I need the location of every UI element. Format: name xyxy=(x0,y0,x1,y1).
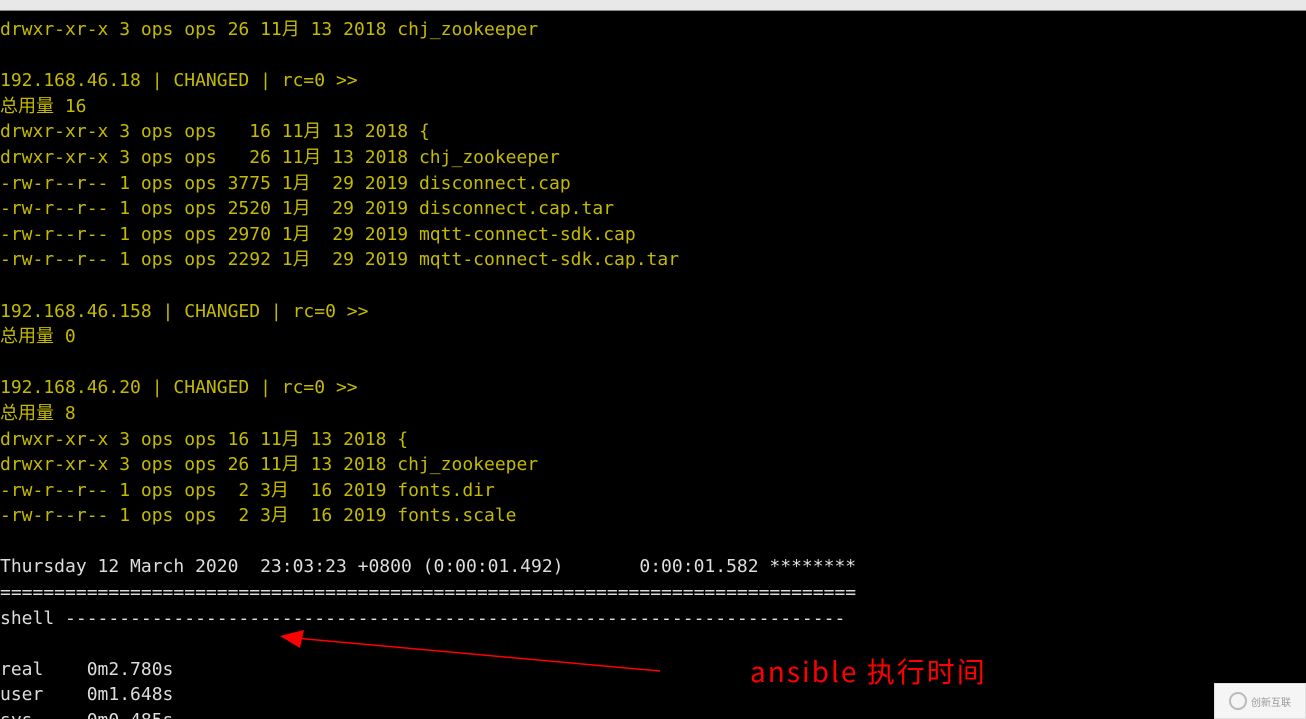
watermark-logo-icon xyxy=(1229,692,1247,710)
terminal-line: 192.168.46.20 | CHANGED | rc=0 >> xyxy=(0,375,1306,401)
terminal-line: -rw-r--r-- 1 ops ops 2 3月 16 2019 fonts.… xyxy=(0,478,1306,504)
watermark-badge: 创新互联 xyxy=(1214,683,1306,719)
terminal-line: -rw-r--r-- 1 ops ops 2 3月 16 2019 fonts.… xyxy=(0,503,1306,529)
annotation-label: ansible 执行时间 xyxy=(750,651,987,691)
terminal-line: ========================================… xyxy=(0,580,1306,606)
terminal-line: 192.168.46.18 | CHANGED | rc=0 >> xyxy=(0,68,1306,94)
terminal-line xyxy=(0,529,1306,555)
terminal-line: 192.168.46.158 | CHANGED | rc=0 >> xyxy=(0,299,1306,325)
watermark-text: 创新互联 xyxy=(1251,694,1291,709)
terminal-line: shell ----------------------------------… xyxy=(0,606,1306,632)
terminal-line: -rw-r--r-- 1 ops ops 3775 1月 29 2019 dis… xyxy=(0,171,1306,197)
terminal-line: 总用量 16 xyxy=(0,94,1306,120)
window-frame: drwxr-xr-x 3 ops ops 26 11月 13 2018 chj_… xyxy=(0,0,1306,719)
terminal-line xyxy=(0,631,1306,657)
terminal-line xyxy=(0,43,1306,69)
terminal-line: -rw-r--r-- 1 ops ops 2292 1月 29 2019 mqt… xyxy=(0,247,1306,273)
terminal-line: drwxr-xr-x 3 ops ops 16 11月 13 2018 { xyxy=(0,119,1306,145)
terminal-line: real 0m2.780s xyxy=(0,657,1306,683)
terminal-line: drwxr-xr-x 3 ops ops 26 11月 13 2018 chj_… xyxy=(0,452,1306,478)
terminal-line: drwxr-xr-x 3 ops ops 26 11月 13 2018 chj_… xyxy=(0,17,1306,43)
terminal-line: user 0m1.648s xyxy=(0,682,1306,708)
terminal-line: drwxr-xr-x 3 ops ops 16 11月 13 2018 { xyxy=(0,427,1306,453)
terminal-line: sys 0m0.485s xyxy=(0,708,1306,719)
terminal-line: 总用量 0 xyxy=(0,324,1306,350)
terminal-output: drwxr-xr-x 3 ops ops 26 11月 13 2018 chj_… xyxy=(0,11,1306,719)
terminal-line: drwxr-xr-x 3 ops ops 26 11月 13 2018 chj_… xyxy=(0,145,1306,171)
terminal[interactable]: drwxr-xr-x 3 ops ops 26 11月 13 2018 chj_… xyxy=(0,10,1306,719)
terminal-line xyxy=(0,350,1306,376)
terminal-line: -rw-r--r-- 1 ops ops 2520 1月 29 2019 dis… xyxy=(0,196,1306,222)
terminal-line xyxy=(0,273,1306,299)
terminal-line: 总用量 8 xyxy=(0,401,1306,427)
terminal-line: Thursday 12 March 2020 23:03:23 +0800 (0… xyxy=(0,554,1306,580)
terminal-line: -rw-r--r-- 1 ops ops 2970 1月 29 2019 mqt… xyxy=(0,222,1306,248)
